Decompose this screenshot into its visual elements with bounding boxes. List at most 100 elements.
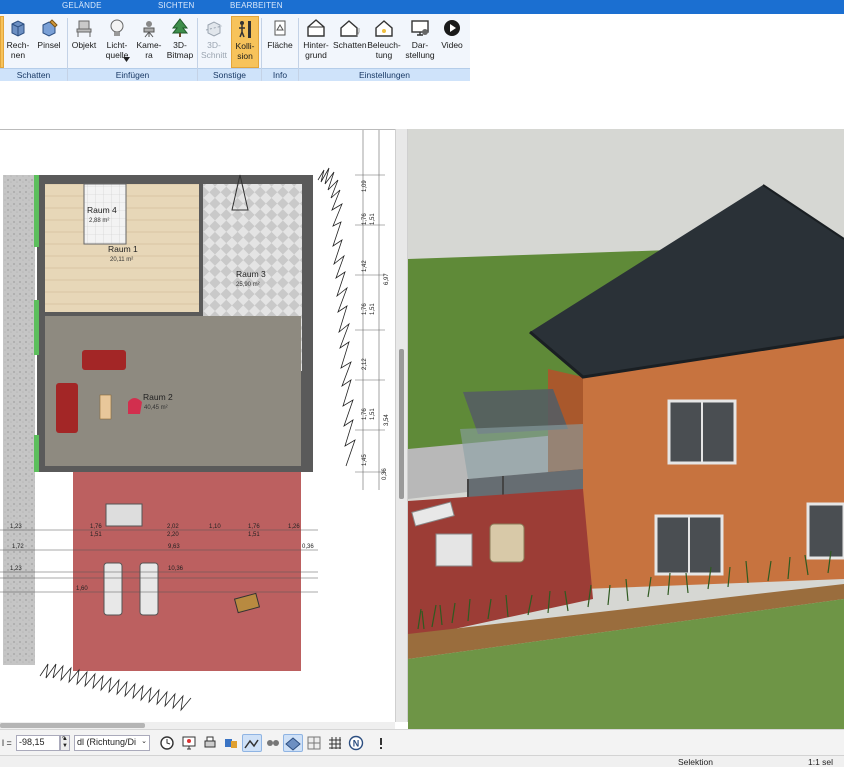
north-button[interactable]: N bbox=[346, 734, 366, 752]
walk-button[interactable] bbox=[263, 734, 283, 752]
lichtquelle-button[interactable]: Licht- quelle bbox=[101, 16, 133, 68]
window[interactable] bbox=[34, 175, 39, 247]
status-bar: Selektion 1:1 sel bbox=[0, 755, 844, 767]
clock-icon bbox=[160, 736, 174, 750]
pinsel-label: Pinsel bbox=[37, 40, 61, 50]
bean-bag[interactable] bbox=[128, 398, 142, 414]
video-button[interactable]: Video bbox=[438, 16, 466, 68]
dim-label: 1,51 bbox=[370, 408, 376, 420]
tab-sichten[interactable]: SICHTEN bbox=[158, 1, 195, 10]
beleuchtung-label: Beleuch- tung bbox=[367, 40, 401, 60]
direction-mode-select[interactable]: dl (Richtung/Di ⌄ bbox=[74, 735, 150, 751]
direction-mode-value: dl (Richtung/Di bbox=[77, 737, 137, 747]
chair-icon bbox=[76, 20, 92, 37]
plan-overlay-button[interactable] bbox=[304, 734, 324, 752]
walk-icon bbox=[267, 740, 279, 746]
window[interactable] bbox=[806, 502, 844, 560]
dim-label: 1,51 bbox=[90, 532, 102, 538]
dim-label: 1,72 bbox=[12, 544, 24, 550]
plan-horizontal-scrollbar[interactable] bbox=[0, 722, 395, 729]
darstellung-button[interactable]: Dar- stellung bbox=[403, 16, 437, 68]
dim-label: 9,63 bbox=[168, 544, 180, 550]
app-window: GELÄNDE SICHTEN BEARBEITEN Rech- nen Pin… bbox=[0, 0, 844, 767]
tab-gelaende[interactable]: GELÄNDE bbox=[62, 1, 102, 10]
dim-label: 1,60 bbox=[76, 586, 88, 592]
room-2-area: 40,45 m² bbox=[144, 405, 168, 411]
armchair[interactable] bbox=[56, 383, 78, 433]
armchair[interactable] bbox=[489, 523, 525, 563]
3d-view[interactable] bbox=[408, 129, 844, 729]
print-button[interactable] bbox=[200, 734, 220, 752]
dim-label: 1,76 bbox=[90, 524, 102, 530]
video-icon bbox=[444, 20, 460, 36]
pinsel-button[interactable]: Pinsel bbox=[34, 16, 64, 68]
grid-icon bbox=[329, 737, 341, 749]
grid-button[interactable] bbox=[325, 734, 345, 752]
roof-view-icon bbox=[244, 739, 259, 749]
terrace-area[interactable] bbox=[73, 445, 301, 671]
group-label-info: Info bbox=[262, 68, 298, 81]
angle-input[interactable]: -98,15 bbox=[16, 735, 60, 751]
dim-label: 2,12 bbox=[362, 358, 368, 370]
chevron-down-icon[interactable] bbox=[123, 57, 130, 62]
group-label-einfuegen: Einfügen bbox=[68, 68, 197, 81]
ribbon: Rech- nen Pinsel Objekt Licht- quelle Ka… bbox=[0, 14, 470, 81]
schnitt-button[interactable]: 3D- Schnitt bbox=[199, 16, 229, 68]
hintergrund-label: Hinter- grund bbox=[303, 40, 329, 60]
clock-button[interactable] bbox=[157, 734, 177, 752]
printer-icon bbox=[204, 736, 216, 748]
presentation-icon bbox=[182, 736, 196, 750]
3d-view-canvas[interactable] bbox=[408, 129, 844, 729]
darstellung-label: Dar- stellung bbox=[405, 40, 435, 60]
room-3-area: 25,90 m² bbox=[236, 282, 260, 288]
object-lib-button[interactable] bbox=[221, 734, 241, 752]
sun-lounger-right[interactable] bbox=[139, 562, 159, 616]
side-table[interactable] bbox=[99, 394, 112, 420]
kollision-button[interactable]: Kolli- sion bbox=[231, 16, 259, 68]
dim-label: 1,23 bbox=[10, 566, 22, 572]
3d-mode-button[interactable] bbox=[283, 734, 303, 752]
overlay-icon bbox=[307, 736, 321, 750]
scrollbar-thumb[interactable] bbox=[0, 723, 145, 728]
schatten-button[interactable]: Schatten bbox=[333, 16, 367, 68]
dim-label: 1,45 bbox=[362, 454, 368, 466]
video-label: Video bbox=[441, 40, 463, 50]
hintergrund-button[interactable]: Hinter- grund bbox=[300, 16, 332, 68]
partial-active-button[interactable] bbox=[0, 16, 4, 68]
floor-plan-canvas[interactable]: Raum 4 2,88 m² Raum 1 20,11 m² Raum 3 25… bbox=[0, 130, 395, 722]
dim-label: 1,51 bbox=[248, 532, 260, 538]
beleuchtung-button[interactable]: Beleuch- tung bbox=[366, 16, 402, 68]
objekt-button[interactable]: Objekt bbox=[69, 16, 99, 68]
object-library-icon bbox=[225, 739, 237, 748]
rechnen-button[interactable]: Rech- nen bbox=[5, 16, 31, 68]
room-4-name: Raum 4 bbox=[87, 205, 117, 215]
view-splitter[interactable] bbox=[395, 129, 408, 722]
objekt-label: Objekt bbox=[71, 40, 97, 50]
more-options-button[interactable] bbox=[371, 734, 391, 752]
bulb-icon bbox=[110, 19, 124, 36]
group-label-schatten: Schatten bbox=[0, 68, 67, 81]
tree-icon bbox=[171, 18, 189, 37]
camera-icon bbox=[143, 21, 155, 38]
floor-plan-view[interactable]: Raum 4 2,88 m² Raum 1 20,11 m² Raum 3 25… bbox=[0, 129, 395, 722]
tab-bearbeiten[interactable]: BEARBEITEN bbox=[230, 1, 283, 10]
display-icon bbox=[411, 20, 429, 36]
lounger[interactable] bbox=[435, 533, 473, 567]
sun-lounger-left[interactable] bbox=[103, 562, 123, 616]
view-mode-button[interactable] bbox=[242, 734, 262, 752]
ribbon-empty-area bbox=[470, 14, 844, 81]
bitmap-button[interactable]: 3D- Bitmap bbox=[165, 16, 195, 68]
calculator-icon bbox=[11, 20, 25, 37]
splitter-handle[interactable] bbox=[399, 349, 404, 499]
room-4-area: 2,88 m² bbox=[89, 218, 109, 224]
window[interactable] bbox=[34, 300, 39, 355]
group-label-einstellungen: Einstellungen bbox=[299, 68, 470, 81]
presentation-button[interactable] bbox=[179, 734, 199, 752]
window[interactable] bbox=[34, 435, 39, 472]
kollision-label: Kolli- sion bbox=[235, 41, 255, 61]
kamera-button[interactable]: Kame- ra bbox=[134, 16, 164, 68]
bench[interactable] bbox=[105, 503, 143, 527]
sofa[interactable] bbox=[82, 350, 126, 370]
dim-label: 1,51 bbox=[370, 303, 376, 315]
flaeche-button[interactable]: Fläche bbox=[264, 16, 296, 68]
